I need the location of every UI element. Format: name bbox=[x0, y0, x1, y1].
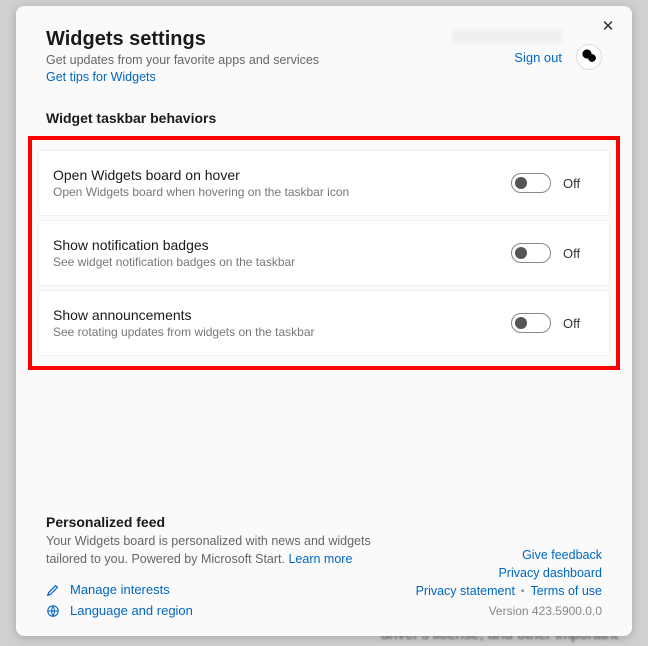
avatar[interactable] bbox=[576, 44, 602, 70]
setting-desc: Open Widgets board when hovering on the … bbox=[53, 185, 511, 199]
toggle-state-label: Off bbox=[563, 176, 587, 191]
setting-row-open-on-hover: Open Widgets board on hover Open Widgets… bbox=[38, 150, 610, 216]
language-region-link[interactable]: Language and region bbox=[46, 603, 406, 618]
footer: Personalized feed Your Widgets board is … bbox=[16, 514, 632, 618]
setting-label: Show notification badges bbox=[53, 237, 511, 253]
account-name-blurred bbox=[452, 30, 562, 44]
pencil-icon bbox=[46, 583, 60, 597]
terms-of-use-link[interactable]: Terms of use bbox=[530, 584, 602, 598]
language-region-label: Language and region bbox=[70, 603, 193, 618]
widgets-settings-panel: ✕ Widgets settings Get updates from your… bbox=[16, 6, 632, 636]
highlighted-region: Open Widgets board on hover Open Widgets… bbox=[28, 136, 620, 370]
toggle-notification-badges[interactable] bbox=[511, 243, 551, 263]
sign-out-link[interactable]: Sign out bbox=[514, 50, 562, 65]
section-title-behaviors: Widget taskbar behaviors bbox=[16, 86, 632, 134]
setting-row-announcements: Show announcements See rotating updates … bbox=[38, 290, 610, 356]
manage-interests-link[interactable]: Manage interests bbox=[46, 582, 406, 597]
learn-more-link[interactable]: Learn more bbox=[288, 552, 352, 566]
privacy-statement-link[interactable]: Privacy statement bbox=[416, 584, 515, 598]
manage-interests-label: Manage interests bbox=[70, 582, 170, 597]
get-tips-link[interactable]: Get tips for Widgets bbox=[46, 70, 156, 84]
personalized-feed-desc: Your Widgets board is personalized with … bbox=[46, 532, 406, 568]
toggle-state-label: Off bbox=[563, 316, 587, 331]
close-button[interactable]: ✕ bbox=[598, 16, 618, 36]
personalized-feed-title: Personalized feed bbox=[46, 514, 406, 530]
version-label: Version 423.5900.0.0 bbox=[489, 604, 602, 618]
setting-row-notification-badges: Show notification badges See widget noti… bbox=[38, 220, 610, 286]
page-subtitle: Get updates from your favorite apps and … bbox=[46, 53, 514, 67]
toggle-announcements[interactable] bbox=[511, 313, 551, 333]
toggle-state-label: Off bbox=[563, 246, 587, 261]
globe-icon bbox=[46, 604, 60, 618]
privacy-dashboard-link[interactable]: Privacy dashboard bbox=[498, 566, 602, 580]
give-feedback-link[interactable]: Give feedback bbox=[522, 548, 602, 562]
setting-desc: See rotating updates from widgets on the… bbox=[53, 325, 511, 339]
close-icon: ✕ bbox=[602, 18, 615, 35]
setting-desc: See widget notification badges on the ta… bbox=[53, 255, 511, 269]
setting-label: Open Widgets board on hover bbox=[53, 167, 511, 183]
separator-dot: • bbox=[521, 586, 525, 597]
page-title: Widgets settings bbox=[46, 28, 514, 51]
setting-label: Show announcements bbox=[53, 307, 511, 323]
toggle-open-on-hover[interactable] bbox=[511, 173, 551, 193]
